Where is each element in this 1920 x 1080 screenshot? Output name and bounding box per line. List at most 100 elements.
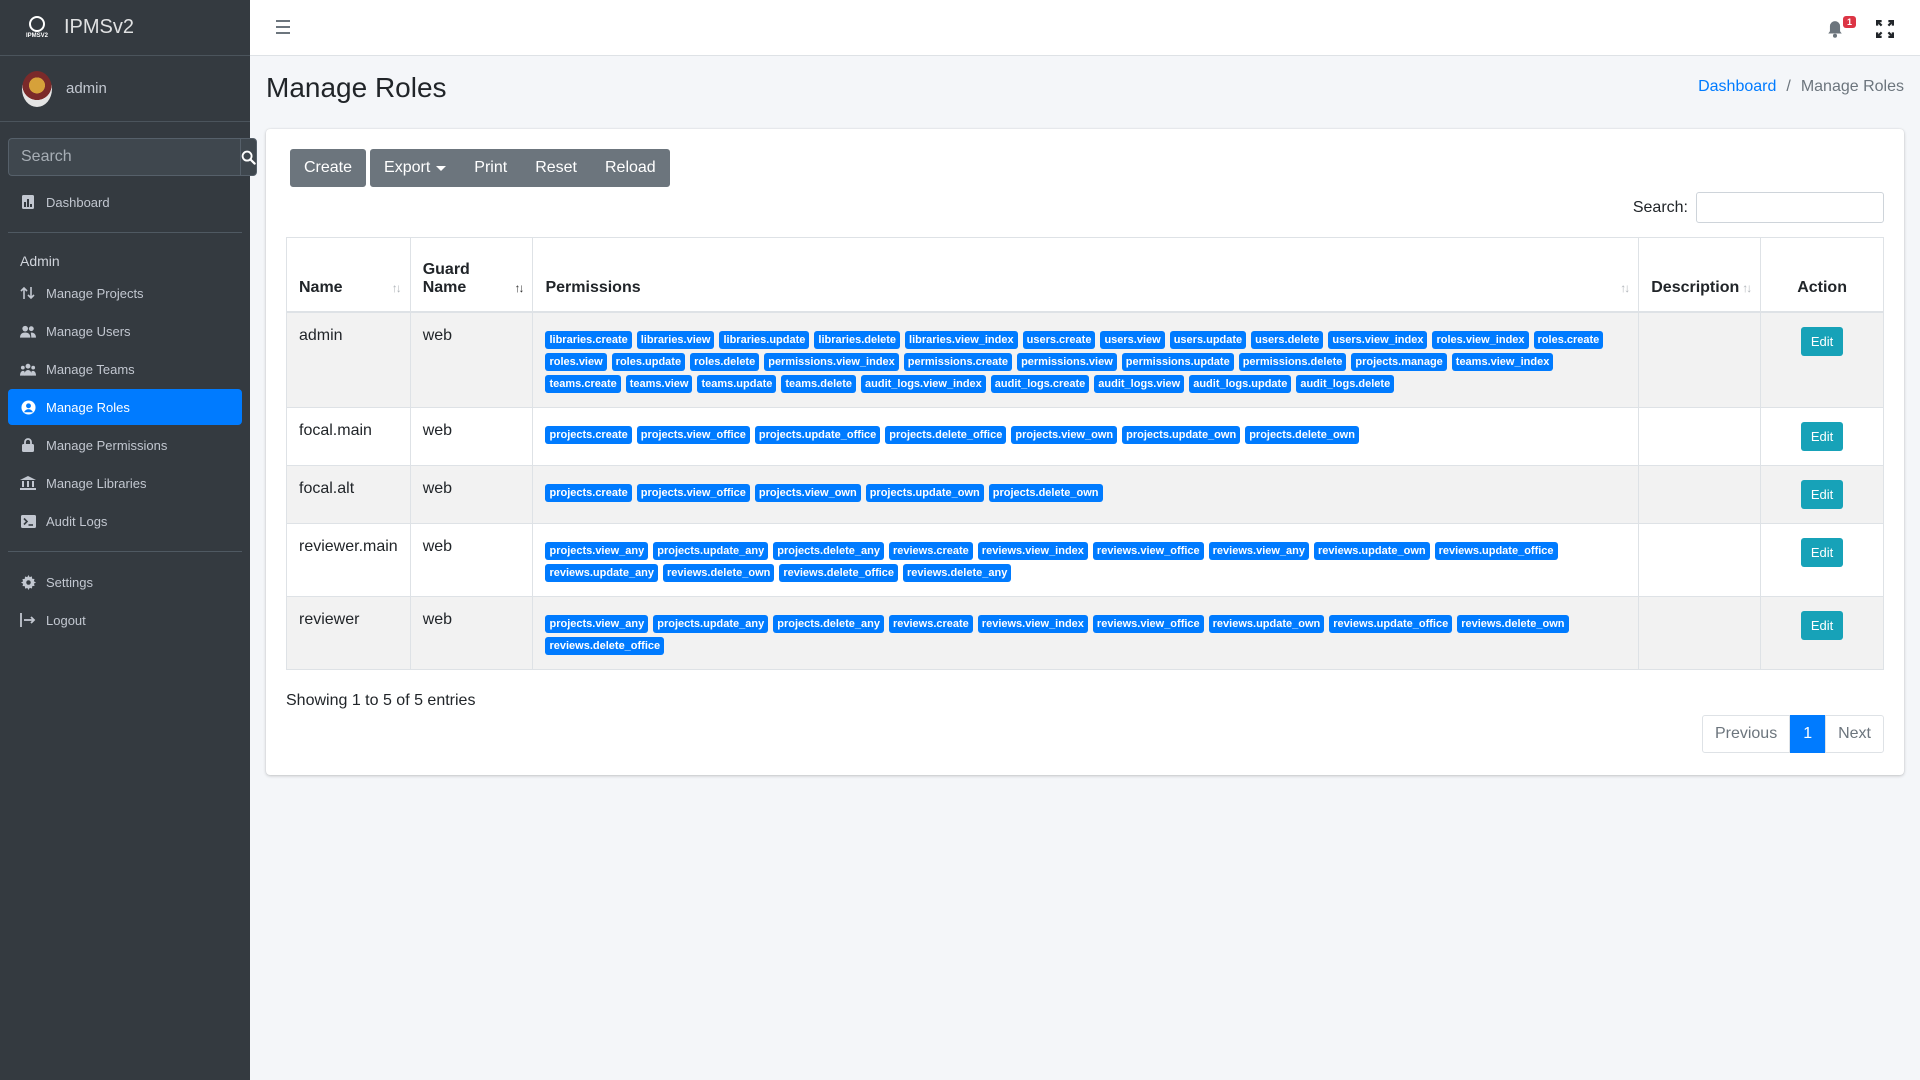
permissions-cell: projects.create projects.view_office proje… bbox=[532, 464, 1640, 524]
teams-icon bbox=[20, 361, 36, 377]
role-name-cell: reviewer.main bbox=[286, 522, 411, 597]
roles-table: Name ↑↓ Guard Name ↑↓ Permissions ↑↓ Descrip… bbox=[286, 237, 1884, 670]
breadcrumb-dashboard-link[interactable]: Dashboard bbox=[1698, 78, 1776, 96]
permission-badge: libraries.delete bbox=[814, 330, 901, 349]
column-header-description[interactable]: Description ↑↓ bbox=[1638, 237, 1762, 312]
column-header-name[interactable]: Name ↑↓ bbox=[286, 237, 411, 312]
sidebar-search-input[interactable] bbox=[8, 138, 240, 176]
permission-badge: projects.update_any bbox=[653, 614, 769, 633]
permissions-cell: libraries.create libraries.view libraries.… bbox=[532, 311, 1640, 408]
permission-badge: reviews.delete_any bbox=[903, 563, 1012, 582]
permission-badge: teams.view_index bbox=[1451, 352, 1554, 371]
permission-badge: reviews.delete_own bbox=[1457, 614, 1569, 633]
permission-badge: audit_logs.update bbox=[1189, 374, 1292, 393]
permission-badge: roles.delete bbox=[690, 352, 760, 371]
user-circle-icon bbox=[20, 399, 36, 415]
column-header-permissions[interactable]: Permissions ↑↓ bbox=[532, 237, 1640, 312]
reset-button[interactable]: Reset bbox=[521, 149, 591, 187]
edit-button[interactable]: Edit bbox=[1800, 326, 1844, 356]
description-cell bbox=[1638, 464, 1762, 524]
permission-badge: permissions.delete bbox=[1238, 352, 1347, 371]
permissions-cell: projects.create projects.view_office proje… bbox=[532, 406, 1640, 466]
sidebar-search-button[interactable] bbox=[240, 138, 257, 176]
gear-icon bbox=[20, 574, 36, 590]
role-name-cell: focal.main bbox=[286, 406, 411, 466]
export-button[interactable]: Export bbox=[370, 149, 461, 187]
next-page-button[interactable]: Next bbox=[1825, 715, 1884, 753]
sidebar-item-manage-teams[interactable]: Manage Teams bbox=[8, 351, 242, 387]
sidebar-item-manage-permissions[interactable]: Manage Permissions bbox=[8, 427, 242, 463]
brand-link[interactable]: IPMSV2 IPMSv2 bbox=[0, 0, 250, 56]
permission-badge: projects.update_own bbox=[865, 483, 984, 502]
sidebar-item-settings[interactable]: Settings bbox=[8, 564, 242, 600]
sidebar-item-dashboard[interactable]: Dashboard bbox=[8, 184, 242, 220]
edit-button[interactable]: Edit bbox=[1800, 479, 1844, 509]
breadcrumb-current: Manage Roles bbox=[1800, 78, 1904, 95]
menu-toggle-icon[interactable] bbox=[276, 20, 290, 34]
permission-badge: reviews.delete_office bbox=[779, 563, 899, 582]
sidebar-item-label: Manage Users bbox=[46, 323, 131, 339]
role-name-cell: admin bbox=[286, 311, 411, 408]
table-search: Search: bbox=[1633, 192, 1884, 223]
edit-button[interactable]: Edit bbox=[1800, 421, 1844, 451]
permission-badge: permissions.view_index bbox=[764, 352, 899, 371]
sidebar-item-manage-users[interactable]: Manage Users bbox=[8, 313, 242, 349]
permission-badge: audit_logs.view bbox=[1094, 374, 1185, 393]
description-cell bbox=[1638, 522, 1762, 597]
avatar bbox=[22, 70, 52, 107]
sidebar-item-label: Manage Teams bbox=[46, 361, 135, 377]
table-row: reviewer.main web projects.view_any project… bbox=[286, 522, 1884, 597]
divider bbox=[8, 551, 242, 552]
permission-badge: libraries.create bbox=[545, 330, 632, 349]
permission-badge: audit_logs.create bbox=[990, 374, 1090, 393]
fullscreen-icon[interactable] bbox=[1876, 20, 1894, 38]
create-button[interactable]: Create bbox=[290, 149, 367, 187]
table-search-input[interactable] bbox=[1696, 192, 1884, 223]
permission-badge: projects.view_own bbox=[754, 483, 861, 502]
page-1-button[interactable]: 1 bbox=[1790, 715, 1826, 753]
sort-desc-icon: ↑↓ bbox=[514, 280, 524, 295]
permission-badge: projects.delete_any bbox=[773, 541, 884, 560]
edit-button[interactable]: Edit bbox=[1800, 610, 1844, 640]
previous-page-button[interactable]: Previous bbox=[1701, 715, 1791, 753]
permission-badge: reviews.view_office bbox=[1092, 614, 1204, 633]
permission-badge: roles.update bbox=[611, 352, 686, 371]
permission-badge: reviews.view_index bbox=[977, 614, 1088, 633]
column-header-guard-name[interactable]: Guard Name ↑↓ bbox=[409, 237, 534, 312]
sidebar-item-label: Manage Roles bbox=[46, 399, 130, 415]
sidebar-item-manage-roles[interactable]: Manage Roles bbox=[8, 389, 242, 425]
action-cell: Edit bbox=[1760, 464, 1884, 524]
description-cell bbox=[1638, 406, 1762, 466]
permission-badge: reviews.delete_office bbox=[545, 636, 665, 655]
permission-badge: projects.update_any bbox=[653, 541, 769, 560]
bell-icon[interactable] bbox=[1826, 20, 1844, 38]
reload-button[interactable]: Reload bbox=[590, 149, 670, 187]
sidebar-item-logout[interactable]: Logout bbox=[8, 602, 242, 638]
sidebar: IPMSV2 IPMSv2 admin Dashboard Admin Mana… bbox=[0, 0, 257, 1080]
permission-badge: projects.update_office bbox=[754, 425, 881, 444]
logout-icon bbox=[20, 612, 36, 628]
user-name[interactable]: admin bbox=[66, 80, 107, 97]
permission-badge: projects.create bbox=[545, 483, 632, 502]
permission-badge: projects.delete_own bbox=[1245, 425, 1359, 444]
user-panel[interactable]: admin bbox=[0, 56, 250, 122]
permission-badge: users.update bbox=[1169, 330, 1247, 349]
sidebar-item-label: Audit Logs bbox=[46, 513, 108, 529]
guard-name-cell: web bbox=[409, 311, 534, 408]
sidebar-item-label: Manage Projects bbox=[46, 285, 144, 301]
permission-badge: projects.view_any bbox=[545, 614, 649, 633]
permission-badge: users.view bbox=[1100, 330, 1165, 349]
notification-badge: 1 bbox=[1842, 16, 1856, 28]
column-header-action: Action bbox=[1760, 237, 1884, 312]
action-cell: Edit bbox=[1760, 311, 1884, 408]
permission-badge: reviews.view_index bbox=[977, 541, 1088, 560]
permission-badge: projects.view_office bbox=[636, 425, 750, 444]
sidebar-item-manage-libraries[interactable]: Manage Libraries bbox=[8, 465, 242, 501]
permission-badge: teams.create bbox=[545, 374, 621, 393]
sidebar-item-manage-projects[interactable]: Manage Projects bbox=[8, 275, 242, 311]
sidebar-item-audit-logs[interactable]: Audit Logs bbox=[8, 503, 242, 539]
print-button[interactable]: Print bbox=[460, 149, 522, 187]
edit-button[interactable]: Edit bbox=[1800, 537, 1844, 567]
role-name-cell: focal.alt bbox=[286, 464, 411, 524]
users-icon bbox=[20, 323, 36, 339]
